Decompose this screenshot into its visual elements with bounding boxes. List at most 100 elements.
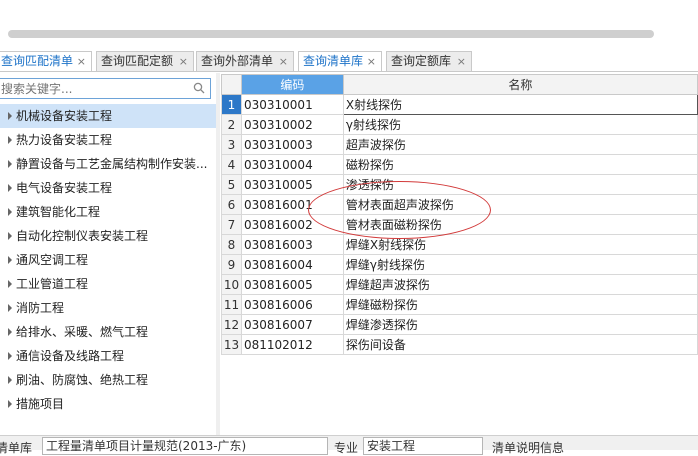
row-number-cell[interactable]: 2 xyxy=(221,114,242,135)
name-column-header[interactable]: 名称 xyxy=(342,74,698,95)
table-row[interactable]: 7 030816002 管材表面磁粉探伤 xyxy=(221,214,698,235)
expand-arrow-icon[interactable] xyxy=(8,328,12,336)
name-cell[interactable]: 渗透探伤 xyxy=(342,174,698,195)
expand-arrow-icon[interactable] xyxy=(8,280,12,288)
close-icon[interactable]: × xyxy=(367,52,376,71)
name-cell[interactable]: 超声波探伤 xyxy=(342,134,698,155)
tab-query-match-list[interactable]: 查询匹配清单 × xyxy=(0,51,92,72)
list-grid: 编码 名称 1 030310001 X射线探伤 2 030310002 γ射线探伤 3 030… xyxy=(221,74,698,435)
row-number-cell[interactable]: 9 xyxy=(221,254,242,275)
name-cell[interactable]: γ射线探伤 xyxy=(342,114,698,135)
table-row[interactable]: 4 030310004 磁粉探伤 xyxy=(221,154,698,175)
row-number-cell[interactable]: 6 xyxy=(221,194,242,215)
name-cell[interactable]: 焊缝X射线探伤 xyxy=(342,234,698,255)
row-number-cell[interactable]: 5 xyxy=(221,174,242,195)
tree-item[interactable]: 消防工程 xyxy=(0,296,216,320)
table-row[interactable]: 8 030816003 焊缝X射线探伤 xyxy=(221,234,698,255)
scrollbar-thumb[interactable] xyxy=(8,30,654,38)
code-cell[interactable]: 030816005 xyxy=(240,274,344,295)
code-cell[interactable]: 030310005 xyxy=(240,174,344,195)
expand-arrow-icon[interactable] xyxy=(8,400,12,408)
horizontal-scrollbar[interactable] xyxy=(0,0,698,46)
tab-query-list-library[interactable]: 查询清单库 × xyxy=(298,51,382,72)
code-cell[interactable]: 030310002 xyxy=(240,114,344,135)
name-cell[interactable]: 焊缝磁粉探伤 xyxy=(342,294,698,315)
tree-item[interactable]: 自动化控制仪表安装工程 xyxy=(0,224,216,248)
tree-item[interactable]: 措施项目 xyxy=(0,392,216,416)
expand-arrow-icon[interactable] xyxy=(8,160,12,168)
code-column-header[interactable]: 编码 xyxy=(240,74,344,95)
close-icon[interactable]: × xyxy=(457,52,466,71)
tab-query-match-quota[interactable]: 查询匹配定额 × xyxy=(96,51,194,71)
expand-arrow-icon[interactable] xyxy=(8,304,12,312)
expand-arrow-icon[interactable] xyxy=(8,112,12,120)
table-row[interactable]: 10 030816005 焊缝超声波探伤 xyxy=(221,274,698,295)
table-row[interactable]: 11 030816006 焊缝磁粉探伤 xyxy=(221,294,698,315)
row-number-cell[interactable]: 1 xyxy=(221,94,242,115)
row-number-header xyxy=(221,74,242,95)
close-icon[interactable]: × xyxy=(77,52,86,71)
name-cell[interactable]: 管材表面超声波探伤 xyxy=(342,194,698,215)
row-number-cell[interactable]: 11 xyxy=(221,294,242,315)
row-number-cell[interactable]: 3 xyxy=(221,134,242,155)
table-row[interactable]: 2 030310002 γ射线探伤 xyxy=(221,114,698,135)
row-number-cell[interactable]: 12 xyxy=(221,314,242,335)
tree-item[interactable]: 热力设备安装工程 xyxy=(0,128,216,152)
tree-item[interactable]: 给排水、采暖、燃气工程 xyxy=(0,320,216,344)
code-cell[interactable]: 030816006 xyxy=(240,294,344,315)
tree-item[interactable]: 机械设备安装工程 xyxy=(0,104,216,128)
row-number-cell[interactable]: 10 xyxy=(221,274,242,295)
code-cell[interactable]: 030816003 xyxy=(240,234,344,255)
table-row[interactable]: 6 030816001 管材表面超声波探伤 xyxy=(221,194,698,215)
row-number-cell[interactable]: 4 xyxy=(221,154,242,175)
name-cell[interactable]: 焊缝γ射线探伤 xyxy=(342,254,698,275)
tree-item[interactable]: 工业管道工程 xyxy=(0,272,216,296)
code-cell[interactable]: 081102012 xyxy=(240,334,344,355)
table-row[interactable]: 12 030816007 焊缝渗透探伤 xyxy=(221,314,698,335)
table-row[interactable]: 9 030816004 焊缝γ射线探伤 xyxy=(221,254,698,275)
name-cell[interactable]: 焊缝超声波探伤 xyxy=(342,274,698,295)
code-cell[interactable]: 030310003 xyxy=(240,134,344,155)
expand-arrow-icon[interactable] xyxy=(8,232,12,240)
tree-item[interactable]: 通信设备及线路工程 xyxy=(0,344,216,368)
tab-query-external-list[interactable]: 查询外部清单 × xyxy=(196,51,294,71)
name-cell[interactable]: 焊缝渗透探伤 xyxy=(342,314,698,335)
search-input[interactable] xyxy=(0,79,186,98)
code-cell[interactable]: 030816001 xyxy=(240,194,344,215)
tree-item[interactable]: 建筑智能化工程 xyxy=(0,200,216,224)
expand-arrow-icon[interactable] xyxy=(8,256,12,264)
major-select[interactable]: 安装工程 xyxy=(363,437,483,455)
table-row[interactable]: 13 081102012 探伤间设备 xyxy=(221,334,698,355)
table-row[interactable]: 1 030310001 X射线探伤 xyxy=(221,94,698,115)
search-icon[interactable] xyxy=(193,82,205,94)
expand-arrow-icon[interactable] xyxy=(8,184,12,192)
list-library-select[interactable]: 工程量清单项目计量规范(2013-广东) xyxy=(42,437,328,455)
code-cell[interactable]: 030816002 xyxy=(240,214,344,235)
name-cell[interactable]: X射线探伤 xyxy=(342,94,698,115)
close-icon[interactable]: × xyxy=(279,52,288,71)
row-number-cell[interactable]: 7 xyxy=(221,214,242,235)
table-row[interactable]: 5 030310005 渗透探伤 xyxy=(221,174,698,195)
tree-item-label: 工业管道工程 xyxy=(16,277,89,291)
vertical-scrollbar[interactable] xyxy=(216,73,220,435)
name-cell[interactable]: 管材表面磁粉探伤 xyxy=(342,214,698,235)
table-row[interactable]: 3 030310003 超声波探伤 xyxy=(221,134,698,155)
code-cell[interactable]: 030310001 xyxy=(240,94,344,115)
row-number-cell[interactable]: 13 xyxy=(221,334,242,355)
code-cell[interactable]: 030816004 xyxy=(240,254,344,275)
name-cell[interactable]: 探伤间设备 xyxy=(342,334,698,355)
tree-item[interactable]: 刷油、防腐蚀、绝热工程 xyxy=(0,368,216,392)
row-number-cell[interactable]: 8 xyxy=(221,234,242,255)
code-cell[interactable]: 030816007 xyxy=(240,314,344,335)
close-icon[interactable]: × xyxy=(179,52,188,71)
tree-item[interactable]: 电气设备安装工程 xyxy=(0,176,216,200)
tree-item[interactable]: 静置设备与工艺金属结构制作安装... xyxy=(0,152,216,176)
tab-query-quota-library[interactable]: 查询定额库 × xyxy=(386,51,472,71)
code-cell[interactable]: 030310004 xyxy=(240,154,344,175)
expand-arrow-icon[interactable] xyxy=(8,208,12,216)
expand-arrow-icon[interactable] xyxy=(8,352,12,360)
tree-item[interactable]: 通风空调工程 xyxy=(0,248,216,272)
name-cell[interactable]: 磁粉探伤 xyxy=(342,154,698,175)
expand-arrow-icon[interactable] xyxy=(8,376,12,384)
expand-arrow-icon[interactable] xyxy=(8,136,12,144)
